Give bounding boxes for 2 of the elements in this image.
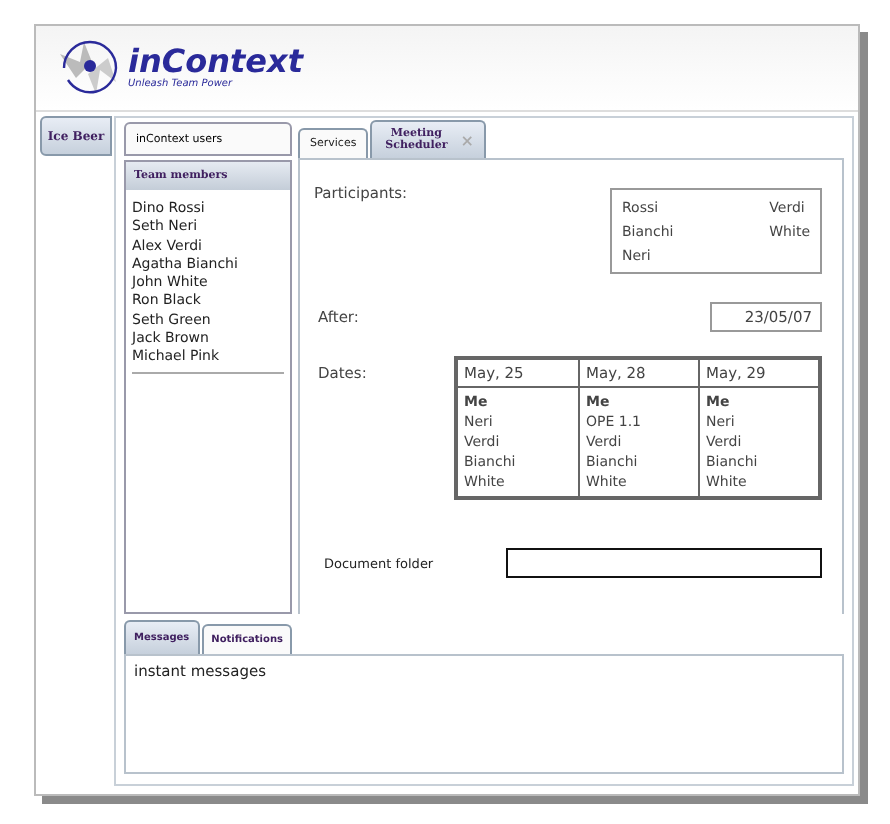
logo-title: inContext bbox=[128, 46, 303, 78]
folder-field[interactable] bbox=[506, 548, 822, 578]
